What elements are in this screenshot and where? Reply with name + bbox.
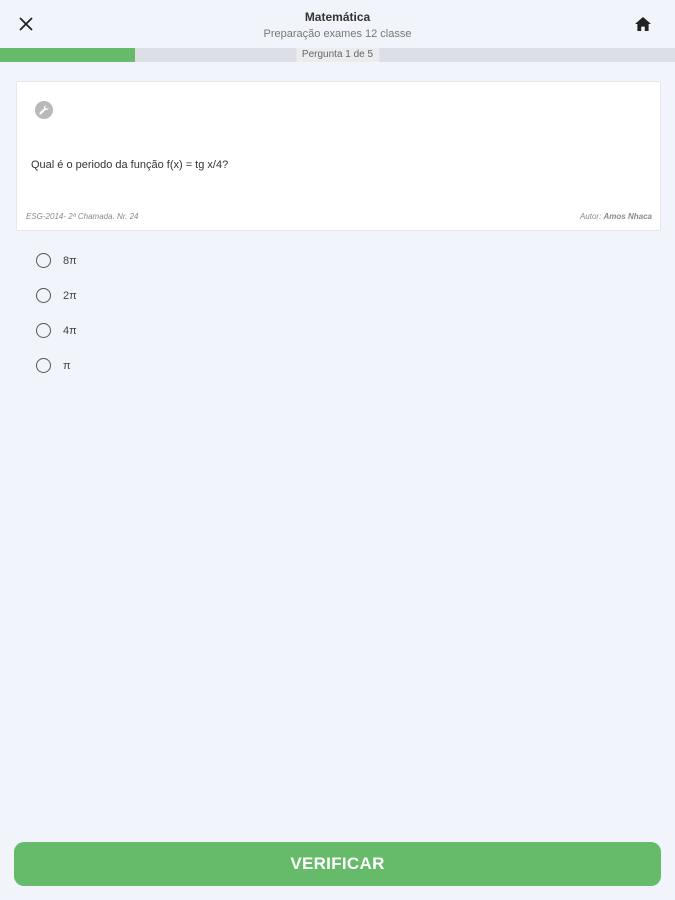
answer-label: 4π (63, 325, 77, 337)
question-author: Autor: Amos Nhaca (580, 212, 652, 221)
answer-option[interactable]: 8π (36, 252, 77, 287)
progress-fill (0, 48, 135, 62)
answer-options: 8π 2π 4π π (36, 252, 77, 392)
top-bar: Matemática Preparação exames 12 classe (0, 0, 675, 48)
page-subtitle: Preparação exames 12 classe (263, 28, 412, 40)
home-button[interactable] (629, 10, 657, 38)
title-block: Matemática Preparação exames 12 classe (0, 9, 675, 43)
radio-button[interactable] (36, 323, 51, 338)
answer-label: π (63, 360, 71, 372)
radio-button[interactable] (36, 358, 51, 373)
progress-bar: Pergunta 1 de 5 (0, 48, 675, 62)
author-prefix: Autor: (579, 212, 602, 221)
radio-button[interactable] (36, 288, 51, 303)
progress-label: Pergunta 1 de 5 (295, 48, 380, 62)
answer-label: 8π (63, 255, 77, 267)
radio-button[interactable] (36, 253, 51, 268)
question-text: Qual é o periodo da função f(x) = tg x/4… (31, 159, 229, 171)
answer-label: 2π (63, 290, 77, 302)
author-name: Amos Nhaca (603, 212, 652, 221)
answer-option[interactable]: 4π (36, 322, 77, 357)
question-card: Qual é o periodo da função f(x) = tg x/4… (16, 81, 661, 231)
wrench-icon (35, 101, 53, 119)
answer-option[interactable]: π (36, 357, 77, 392)
home-icon (635, 17, 651, 31)
question-source: ESG-2014- 2ª Chamada. Nr. 24 (26, 212, 139, 221)
page-title: Matemática (304, 10, 371, 24)
verify-button[interactable]: VERIFICAR (14, 842, 661, 886)
answer-option[interactable]: 2π (36, 287, 77, 322)
